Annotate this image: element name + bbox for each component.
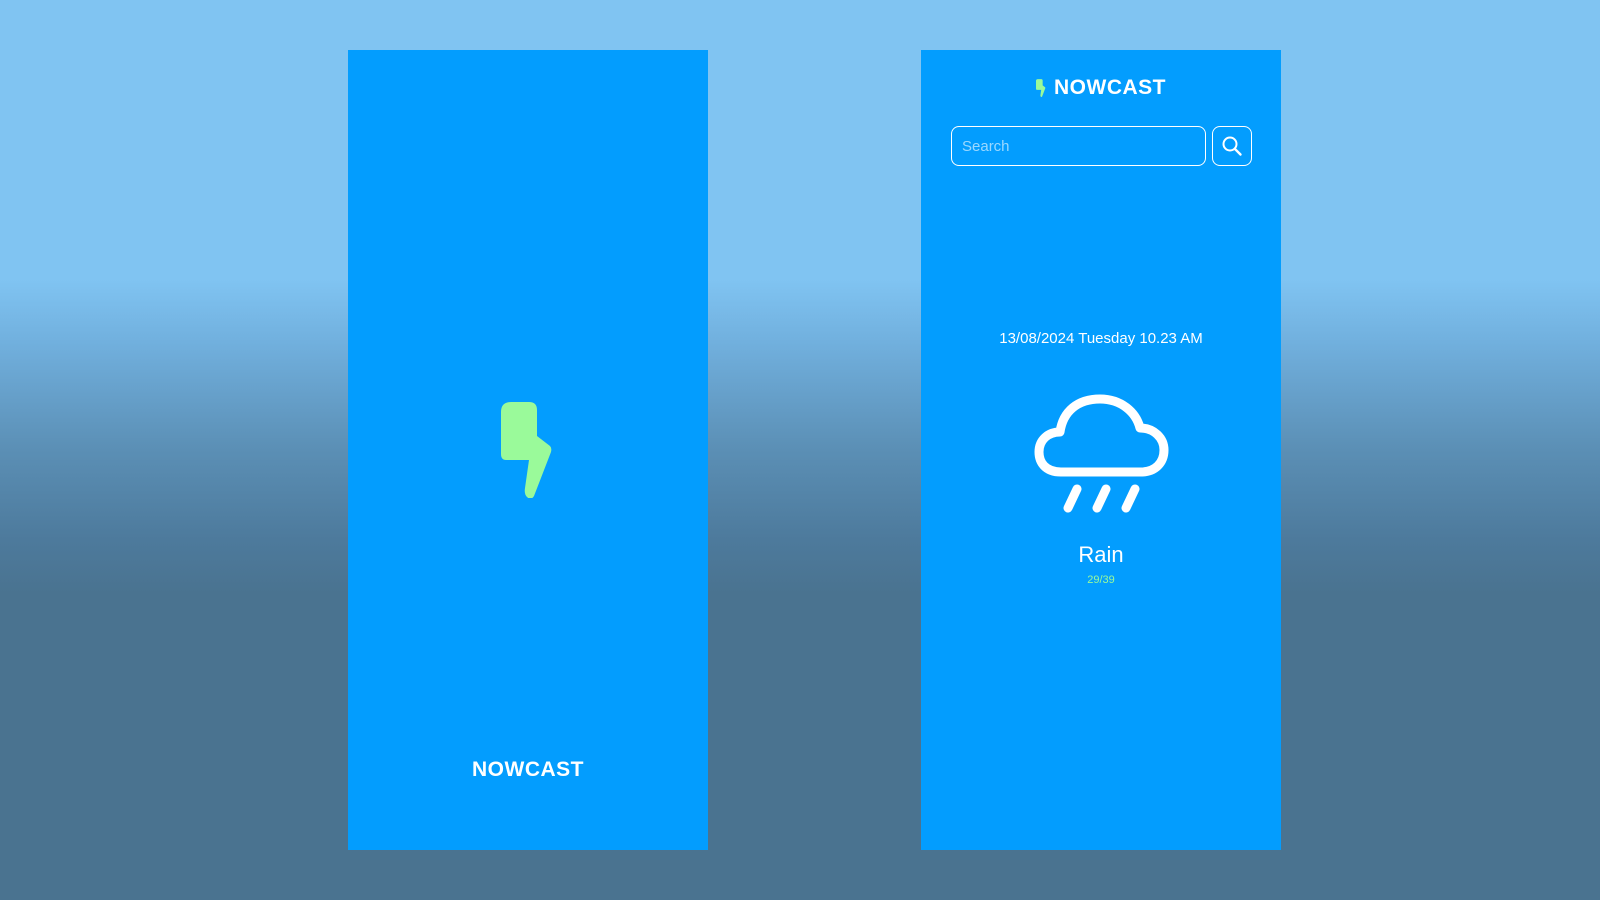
app-header: NOWCAST: [921, 76, 1281, 100]
search-bar: [951, 126, 1252, 166]
home-screen: NOWCAST 13/08/2024 Tuesday 10.23 AM Rain…: [921, 50, 1281, 850]
search-icon: [1222, 136, 1242, 156]
search-input[interactable]: [951, 126, 1206, 166]
app-name: NOWCAST: [472, 758, 584, 781]
lightning-bolt-icon: [1036, 79, 1046, 97]
splash-screen: NOWCAST: [348, 50, 708, 850]
lightning-bolt-icon: [501, 402, 552, 498]
app-name: NOWCAST: [1054, 76, 1166, 99]
weather-condition: Rain: [1078, 542, 1124, 567]
cloud-rain-icon: [1034, 394, 1169, 513]
date-time: 13/08/2024 Tuesday 10.23 AM: [999, 330, 1203, 347]
search-button[interactable]: [1212, 126, 1252, 166]
temperature-range: 29/39: [1087, 574, 1115, 586]
